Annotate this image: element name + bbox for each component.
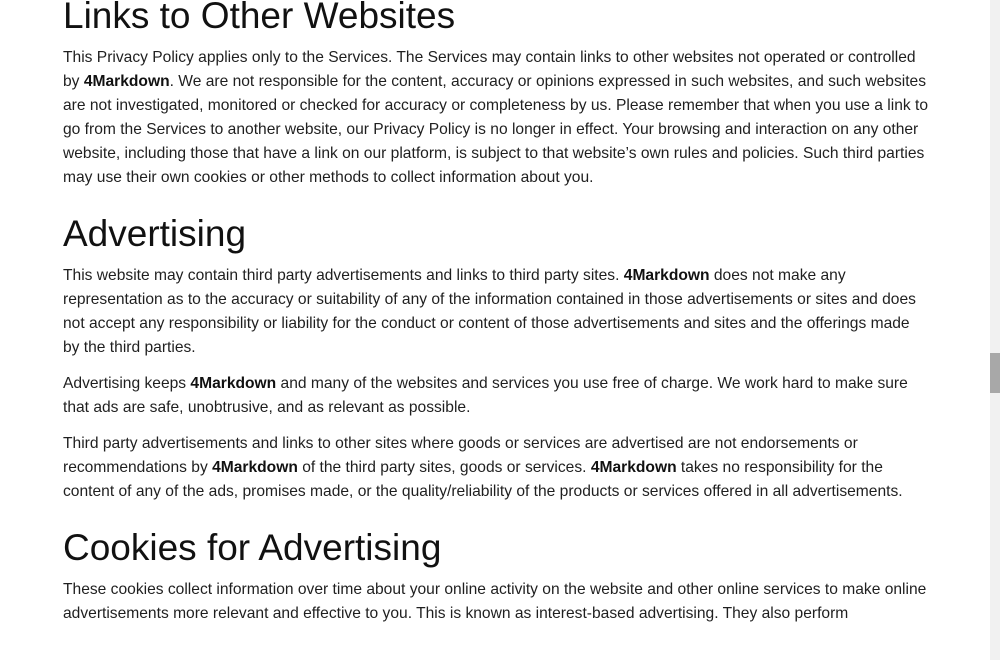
section-advertising: Advertising This website may contain thi… [63, 212, 929, 504]
text-run: . We are not responsible for the content… [63, 73, 929, 186]
section-links-to-other-websites: Links to Other Websites This Privacy Pol… [63, 0, 929, 190]
text-run: These cookies collect information over t… [63, 581, 927, 622]
section-paragraph: Third party advertisements and links to … [63, 432, 929, 504]
section-paragraph: This Privacy Policy applies only to the … [63, 46, 929, 190]
section-heading: Cookies for Advertising [63, 527, 442, 568]
text-run: This website may contain third party adv… [63, 267, 624, 284]
scrollbar-thumb[interactable] [990, 353, 1000, 393]
section-heading: Advertising [63, 213, 247, 254]
brand-name: 4Markdown [623, 267, 710, 284]
section-cookies-for-advertising: Cookies for Advertising These cookies co… [63, 526, 929, 626]
section-paragraph: These cookies collect information over t… [63, 578, 929, 626]
section-paragraph: Advertising keeps 4Markdown and many of … [63, 372, 929, 420]
text-run: Advertising keeps [63, 375, 191, 392]
brand-name: 4Markdown [190, 375, 277, 392]
brand-name: 4Markdown [83, 73, 170, 90]
section-heading: Links to Other Websites [63, 0, 456, 36]
text-run: of the third party sites, goods or servi… [297, 459, 591, 476]
page-scrollbar[interactable] [990, 0, 1000, 660]
policy-content: Links to Other Websites This Privacy Pol… [63, 0, 929, 648]
section-paragraph: This website may contain third party adv… [63, 264, 929, 360]
brand-name: 4Markdown [590, 459, 677, 476]
brand-name: 4Markdown [212, 459, 298, 476]
